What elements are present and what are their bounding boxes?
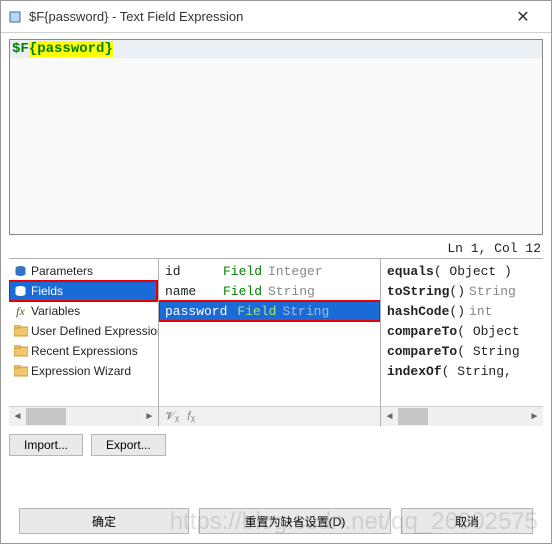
cancel-button[interactable]: 取消 <box>401 508 533 534</box>
category-label: Expression Wizard <box>31 364 131 378</box>
method-return: int <box>469 304 492 319</box>
method-args: () <box>449 284 465 299</box>
fields-list[interactable]: id Field Integer name Field String password Fie… <box>159 259 380 406</box>
expression-line: $F {password} <box>10 40 542 58</box>
method-args: ( String, <box>442 364 512 379</box>
method-return: String <box>469 284 516 299</box>
category-list[interactable]: ParametersFieldsfxVariablesUser Defined … <box>9 259 158 406</box>
method-args: ( Object <box>457 324 519 339</box>
db-icon <box>13 264 28 278</box>
titlebar: $F{password} - Text Field Expression ✕ <box>1 1 551 33</box>
field-keyword: Field <box>223 264 262 279</box>
category-panel: ParametersFieldsfxVariablesUser Defined … <box>9 259 159 426</box>
method-name: indexOf <box>387 364 442 379</box>
tool-fx-icon[interactable]: 𝑓ᵪ <box>187 409 195 424</box>
field-type: String <box>282 304 329 319</box>
method-name: compareTo <box>387 324 457 339</box>
category-item-recent-expressions[interactable]: Recent Expressions <box>9 341 158 361</box>
export-button[interactable]: Export... <box>91 434 166 456</box>
scroll-thumb[interactable] <box>398 408 428 425</box>
import-button[interactable]: Import... <box>9 434 83 456</box>
field-type: String <box>268 284 315 299</box>
folder-icon <box>13 344 28 358</box>
window-title: $F{password} - Text Field Expression <box>29 9 503 24</box>
method-item-equals[interactable]: equals( Object ) <box>381 261 543 281</box>
mid-toolbar: 𝓥ᵪ 𝑓ᵪ <box>159 406 380 426</box>
category-item-variables[interactable]: fxVariables <box>9 301 158 321</box>
category-item-user-defined-expressions[interactable]: User Defined Expressions <box>9 321 158 341</box>
right-scrollbar[interactable]: ◄ ► <box>381 406 543 426</box>
close-button[interactable]: ✕ <box>503 1 543 32</box>
scroll-track[interactable] <box>26 408 141 425</box>
methods-list[interactable]: equals( Object ) toString() String hashCode… <box>381 259 543 406</box>
category-label: Fields <box>31 284 63 298</box>
methods-panel: equals( Object ) toString() String hashCode… <box>381 259 543 426</box>
tool-v-icon[interactable]: 𝓥ᵪ <box>165 409 179 424</box>
scroll-track[interactable] <box>398 408 526 425</box>
db-icon <box>13 284 28 298</box>
category-label: Recent Expressions <box>31 344 138 358</box>
expr-token: $F <box>12 41 29 57</box>
folder-icon <box>13 324 28 338</box>
method-name: equals <box>387 264 434 279</box>
category-label: User Defined Expressions <box>31 324 158 338</box>
method-name: toString <box>387 284 449 299</box>
method-item-hashCode[interactable]: hashCode() int <box>381 301 543 321</box>
method-item-compareTo[interactable]: compareTo( Object <box>381 321 543 341</box>
category-item-parameters[interactable]: Parameters <box>9 261 158 281</box>
scroll-right-icon[interactable]: ► <box>141 408 158 425</box>
category-label: Parameters <box>31 264 93 278</box>
field-item-password[interactable]: password Field String <box>159 301 380 321</box>
import-export-row: Import... Export... <box>9 434 543 456</box>
field-name: name <box>165 284 213 299</box>
dialog-buttons: 确定 重置为缺省设置(D) 取消 <box>0 508 552 534</box>
cursor-status: Ln 1, Col 12 <box>1 239 551 258</box>
method-item-toString[interactable]: toString() String <box>381 281 543 301</box>
field-keyword: Field <box>237 304 276 319</box>
folder-icon <box>13 364 28 378</box>
scroll-thumb[interactable] <box>26 408 66 425</box>
scroll-right-icon[interactable]: ► <box>526 408 543 425</box>
scroll-left-icon[interactable]: ◄ <box>381 408 398 425</box>
field-item-id[interactable]: id Field Integer <box>159 261 380 281</box>
method-args: () <box>449 304 465 319</box>
fields-panel: id Field Integer name Field String password Fie… <box>159 259 381 426</box>
method-name: compareTo <box>387 344 457 359</box>
field-name: id <box>165 264 213 279</box>
reset-defaults-button[interactable]: 重置为缺省设置(D) <box>199 508 391 534</box>
fx-icon: fx <box>13 304 28 318</box>
method-args: ( Object ) <box>434 264 512 279</box>
field-item-name[interactable]: name Field String <box>159 281 380 301</box>
field-type: Integer <box>268 264 323 279</box>
ok-button[interactable]: 确定 <box>19 508 189 534</box>
method-item-indexOf[interactable]: indexOf( String, <box>381 361 543 381</box>
field-name: password <box>165 304 227 319</box>
method-name: hashCode <box>387 304 449 319</box>
category-item-fields[interactable]: Fields <box>9 281 157 301</box>
method-args: ( String <box>457 344 519 359</box>
category-item-expression-wizard[interactable]: Expression Wizard <box>9 361 158 381</box>
panels: ParametersFieldsfxVariablesUser Defined … <box>9 258 543 426</box>
method-item-compareTo[interactable]: compareTo( String <box>381 341 543 361</box>
category-label: Variables <box>31 304 80 318</box>
left-scrollbar[interactable]: ◄ ► <box>9 406 158 426</box>
scroll-left-icon[interactable]: ◄ <box>9 408 26 425</box>
field-keyword: Field <box>223 284 262 299</box>
expression-editor[interactable]: $F {password} <box>9 39 543 235</box>
expr-token-highlight: {password} <box>29 41 113 57</box>
app-icon <box>7 9 23 25</box>
